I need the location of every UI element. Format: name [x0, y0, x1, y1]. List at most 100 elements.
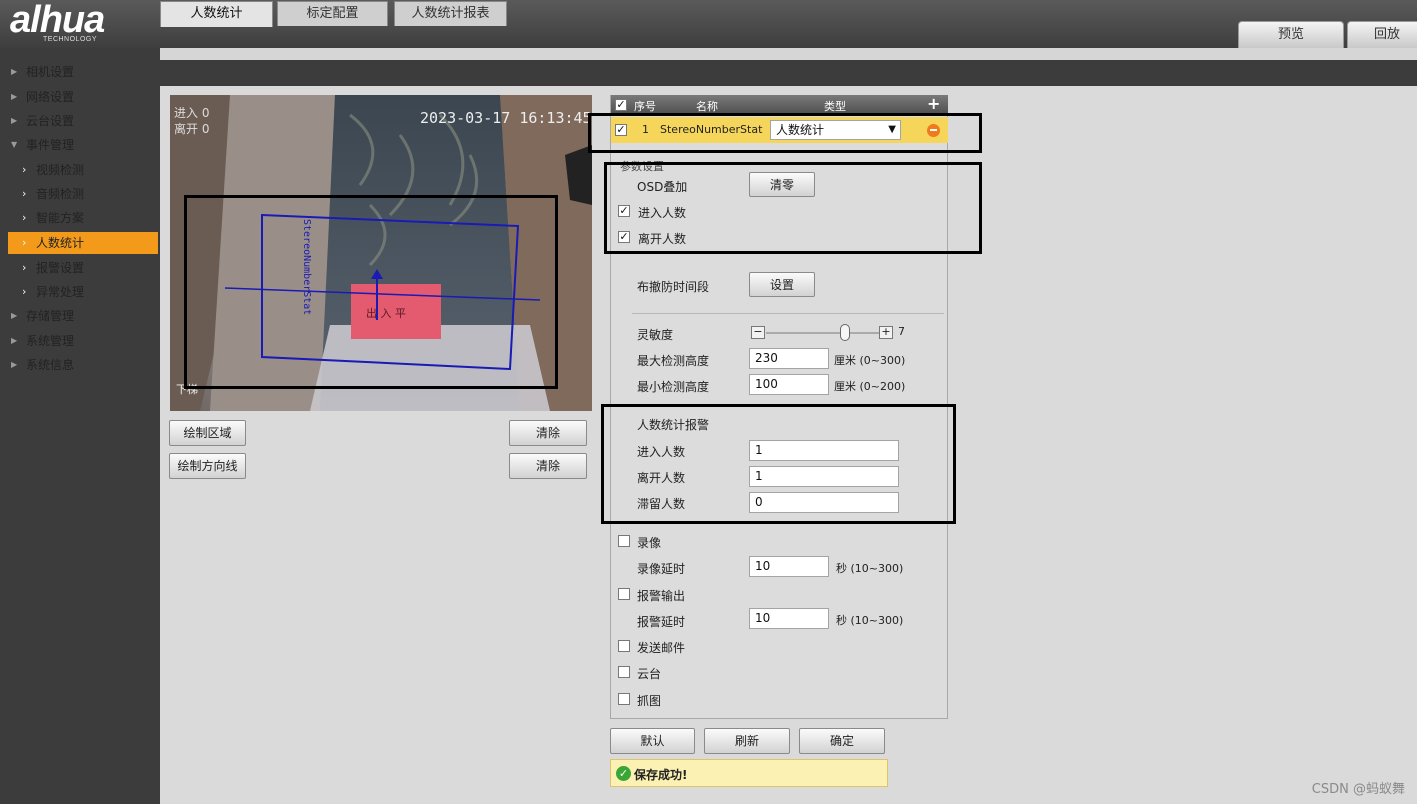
- record-checkbox[interactable]: [618, 535, 630, 547]
- tab-calibration[interactable]: 标定配置: [277, 1, 388, 26]
- minus-icon[interactable]: −: [751, 326, 765, 339]
- alarm-output-label: 报警输出: [637, 589, 686, 603]
- clear-area-button[interactable]: 清除: [509, 420, 587, 446]
- sidebar-item-storage[interactable]: ▶ 存储管理: [0, 305, 160, 327]
- tab-preview[interactable]: 预览: [1238, 21, 1344, 48]
- sidebar-item-label: 智能方案: [36, 211, 85, 225]
- record-delay-input[interactable]: 10: [749, 556, 829, 577]
- ptz-checkbox[interactable]: [618, 666, 630, 678]
- sidebar-item-label: 存储管理: [26, 309, 75, 323]
- sidebar-item-exceptions[interactable]: › 异常处理: [0, 281, 160, 303]
- tab-count-report[interactable]: 人数统计报表: [394, 1, 507, 26]
- slider-thumb[interactable]: [840, 324, 851, 341]
- sidebar-item-label: 报警设置: [36, 261, 85, 275]
- check-circle-icon: ✓: [616, 766, 631, 781]
- chevron-right-icon: ›: [22, 285, 27, 298]
- ok-button[interactable]: 确定: [799, 728, 885, 754]
- schedule-label: 布撤防时间段: [637, 280, 710, 294]
- sidebar-item-events[interactable]: ▼ 事件管理: [0, 134, 160, 156]
- chevron-right-icon: ›: [22, 236, 27, 249]
- chevron-right-icon: ›: [22, 211, 27, 224]
- sidebar-item-system[interactable]: ▶ 系统管理: [0, 330, 160, 352]
- draw-direction-button[interactable]: 绘制方向线: [169, 453, 246, 479]
- min-height-unit: 厘米 (0~200): [834, 380, 906, 393]
- sidebar-item-video-detect[interactable]: › 视频检测: [0, 159, 160, 181]
- osd-enter-count: 进入 0: [174, 106, 209, 120]
- alarm-output-checkbox[interactable]: [618, 588, 630, 600]
- tab-people-count[interactable]: 人数统计: [160, 1, 273, 27]
- sidebar-item-label: 音频检测: [36, 187, 85, 201]
- sidebar-item-network[interactable]: ▶ 网络设置: [0, 86, 160, 108]
- refresh-button[interactable]: 刷新: [704, 728, 790, 754]
- logo-subtext: TECHNOLOGY: [43, 36, 98, 43]
- osd-leave-count: 离开 0: [174, 121, 209, 136]
- alarm-delay-unit: 秒 (10~300): [836, 614, 904, 627]
- ptz-label: 云台: [637, 667, 662, 681]
- sidebar-item-system-info[interactable]: ▶ 系统信息: [0, 354, 160, 376]
- highlight-box-params: [604, 162, 982, 254]
- watermark: CSDN @蚂蚁舞: [1311, 782, 1405, 797]
- triangle-right-icon: ▶: [11, 360, 18, 369]
- sidebar-item-label: 网络设置: [26, 90, 75, 104]
- sidebar-item-camera[interactable]: ▶ 相机设置: [0, 61, 160, 83]
- divider: [632, 313, 944, 314]
- osd-timestamp: 2023-03-17 16:13:45: [420, 109, 592, 127]
- tab-playback[interactable]: 回放: [1347, 21, 1417, 48]
- triangle-right-icon: ▶: [11, 92, 18, 101]
- min-height-input[interactable]: 100: [749, 374, 829, 395]
- add-rule-icon[interactable]: +: [927, 94, 940, 113]
- triangle-right-icon: ▶: [11, 67, 18, 76]
- sidebar-item-people-counting[interactable]: › 人数统计: [8, 232, 158, 254]
- col-index-header: 序号: [634, 100, 656, 113]
- triangle-down-icon: ▼: [11, 140, 18, 149]
- chevron-right-icon: ›: [22, 261, 27, 274]
- snapshot-checkbox[interactable]: [618, 693, 630, 705]
- sidebar-item-label: 视频检测: [36, 163, 85, 177]
- sidebar-item-label: 云台设置: [26, 114, 75, 128]
- max-height-input[interactable]: 230: [749, 348, 829, 369]
- sensitivity-label: 灵敏度: [637, 328, 674, 342]
- triangle-right-icon: ▶: [11, 116, 18, 125]
- sidebar-item-label: 事件管理: [26, 138, 75, 152]
- sidebar-item-alarm-settings[interactable]: › 报警设置: [0, 257, 160, 279]
- sensitivity-value: 7: [898, 325, 905, 338]
- slider-track[interactable]: [766, 332, 879, 334]
- sidebar-item-label: 异常处理: [36, 285, 85, 299]
- alarm-delay-input[interactable]: 10: [749, 608, 829, 629]
- sidebar-item-label: 系统管理: [26, 334, 75, 348]
- record-delay-unit: 秒 (10~300): [836, 562, 904, 575]
- sidebar-item-label: 人数统计: [36, 236, 85, 250]
- sidebar-item-smart-plan[interactable]: › 智能方案: [0, 207, 160, 229]
- sidebar-item-label: 系统信息: [26, 358, 75, 372]
- highlight-box-rule: [588, 113, 982, 153]
- schedule-setup-button[interactable]: 设置: [749, 272, 815, 297]
- min-height-label: 最小检测高度: [637, 380, 710, 394]
- sidebar-item-label: 相机设置: [26, 65, 75, 79]
- select-all-checkbox[interactable]: ✓: [615, 99, 627, 111]
- col-name-header: 名称: [696, 100, 718, 113]
- max-height-label: 最大检测高度: [637, 354, 710, 368]
- clear-direction-button[interactable]: 清除: [509, 453, 587, 479]
- status-message: ✓ 保存成功!: [610, 759, 888, 787]
- record-label: 录像: [637, 536, 662, 550]
- sidebar-item-audio-detect[interactable]: › 音频检测: [0, 183, 160, 205]
- dahua-logo: alhua TECHNOLOGY: [8, 0, 143, 46]
- highlight-box-video: [184, 195, 558, 389]
- chevron-right-icon: ›: [22, 163, 27, 176]
- col-type-header: 类型: [824, 100, 846, 113]
- chevron-right-icon: ›: [22, 187, 27, 200]
- sidebar-item-ptz[interactable]: ▶ 云台设置: [0, 110, 160, 132]
- status-text: 保存成功!: [634, 768, 688, 782]
- tab-strip: [160, 60, 1417, 86]
- snapshot-label: 抓图: [637, 694, 662, 708]
- triangle-right-icon: ▶: [11, 336, 18, 345]
- alarm-delay-label: 报警延时: [637, 615, 686, 629]
- highlight-box-alarm: [601, 404, 956, 524]
- send-email-checkbox[interactable]: [618, 640, 630, 652]
- record-delay-label: 录像延时: [637, 562, 686, 576]
- send-email-label: 发送邮件: [637, 641, 686, 655]
- draw-area-button[interactable]: 绘制区域: [169, 420, 246, 446]
- plus-icon[interactable]: +: [879, 326, 893, 339]
- rule-table-header: ✓ 序号 名称 类型 +: [611, 94, 948, 115]
- default-button[interactable]: 默认: [610, 728, 695, 754]
